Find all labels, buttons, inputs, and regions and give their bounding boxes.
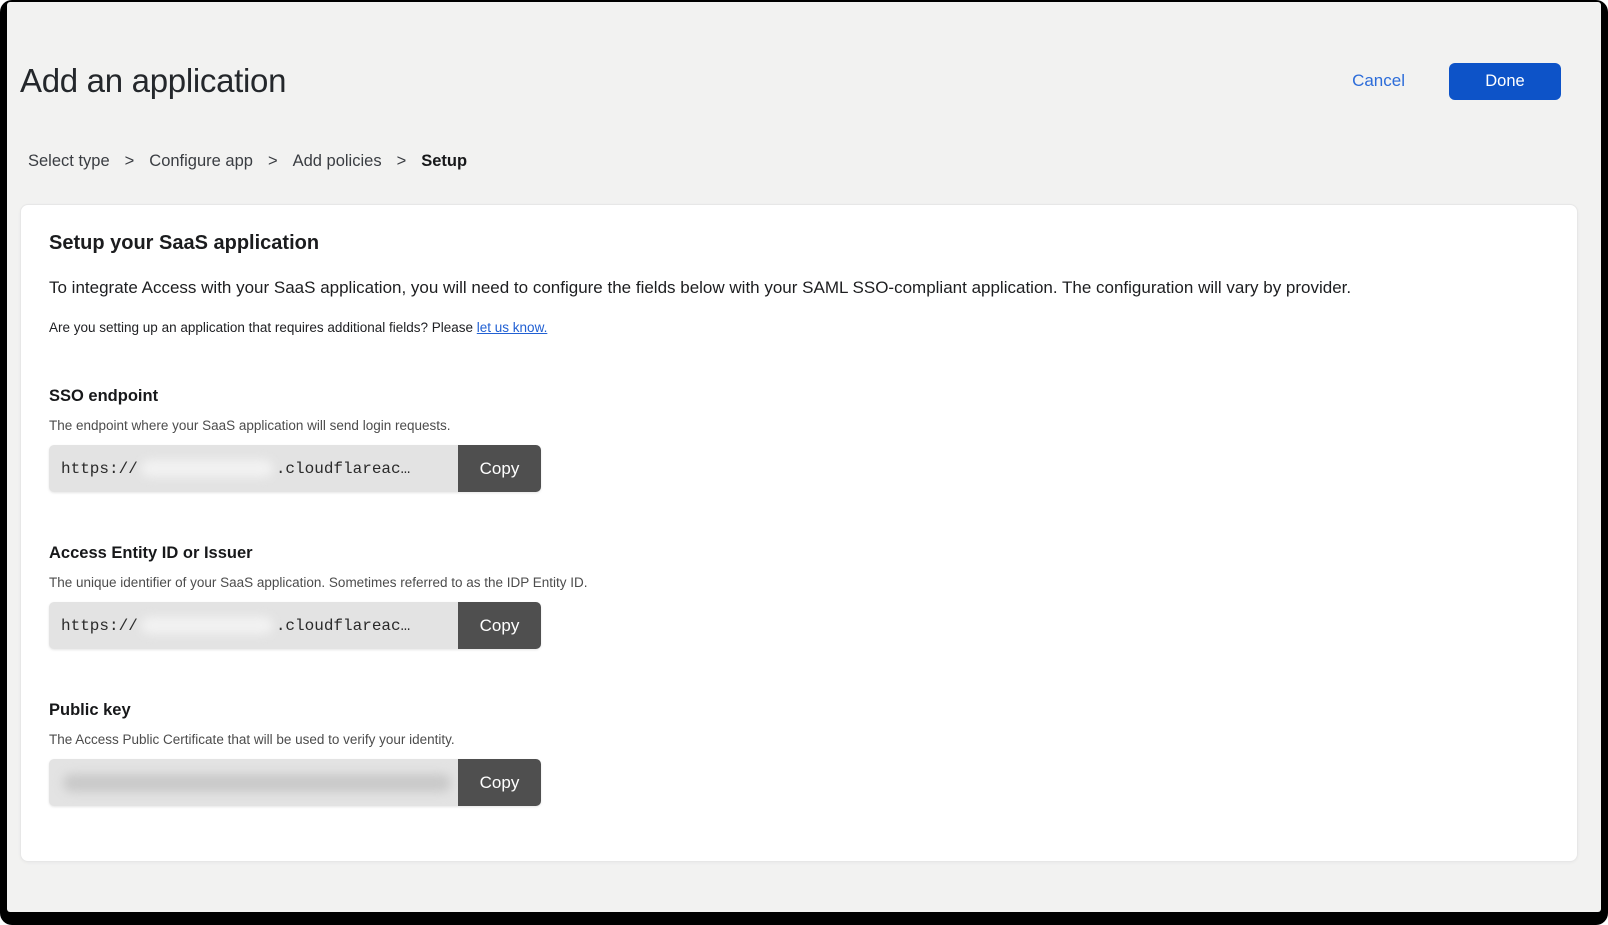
redacted-team-name: [141, 617, 273, 634]
public-key-copy-button[interactable]: Copy: [458, 759, 541, 806]
cancel-button[interactable]: Cancel: [1352, 71, 1405, 91]
field-access-entity-id: Access Entity ID or Issuer The unique id…: [49, 544, 1549, 649]
breadcrumb: Select type > Configure app > Add polici…: [28, 152, 1601, 171]
field-label: Public key: [49, 701, 1549, 720]
value-prefix: https://: [61, 460, 138, 478]
entity-id-value: https:// .cloudflareac…: [49, 602, 458, 649]
breadcrumb-step-add-policies[interactable]: Add policies: [293, 152, 382, 171]
card-note: Are you setting up an application that r…: [49, 320, 1549, 335]
field-description: The endpoint where your SaaS application…: [49, 418, 1549, 433]
done-button[interactable]: Done: [1449, 63, 1561, 100]
field-label: SSO endpoint: [49, 387, 1549, 406]
breadcrumb-separator-icon: >: [125, 152, 135, 171]
value-prefix: https://: [61, 617, 138, 635]
sso-endpoint-copy-button[interactable]: Copy: [458, 445, 541, 492]
entity-id-copy-button[interactable]: Copy: [458, 602, 541, 649]
field-public-key: Public key The Access Public Certificate…: [49, 701, 1549, 806]
public-key-value: [49, 759, 458, 806]
sso-endpoint-value-row: https:// .cloudflareac… Copy: [49, 445, 541, 492]
header-actions: Cancel Done: [1352, 63, 1561, 100]
card-intro-text: To integrate Access with your SaaS appli…: [49, 277, 1549, 299]
value-suffix: .cloudflareac…: [276, 460, 410, 478]
app-screen: Add an application Cancel Done Select ty…: [7, 2, 1601, 912]
redacted-certificate: [63, 774, 451, 792]
entity-id-value-row: https:// .cloudflareac… Copy: [49, 602, 541, 649]
breadcrumb-separator-icon: >: [268, 152, 278, 171]
redacted-team-name: [141, 460, 273, 477]
screenshot-frame: Add an application Cancel Done Select ty…: [0, 0, 1608, 925]
breadcrumb-step-select-type[interactable]: Select type: [28, 152, 110, 171]
breadcrumb-step-setup: Setup: [421, 152, 467, 171]
breadcrumb-separator-icon: >: [397, 152, 407, 171]
breadcrumb-step-configure-app[interactable]: Configure app: [149, 152, 253, 171]
note-text: Are you setting up an application that r…: [49, 320, 477, 335]
card-heading: Setup your SaaS application: [49, 232, 1549, 255]
field-sso-endpoint: SSO endpoint The endpoint where your Saa…: [49, 387, 1549, 492]
page-title: Add an application: [20, 62, 286, 100]
field-description: The unique identifier of your SaaS appli…: [49, 575, 1549, 590]
value-suffix: .cloudflareac…: [276, 617, 410, 635]
public-key-value-row: Copy: [49, 759, 541, 806]
field-description: The Access Public Certificate that will …: [49, 732, 1549, 747]
let-us-know-link[interactable]: let us know.: [477, 320, 548, 335]
field-label: Access Entity ID or Issuer: [49, 544, 1549, 563]
setup-card: Setup your SaaS application To integrate…: [20, 204, 1578, 862]
sso-endpoint-value: https:// .cloudflareac…: [49, 445, 458, 492]
page-header: Add an application Cancel Done: [20, 62, 1561, 100]
